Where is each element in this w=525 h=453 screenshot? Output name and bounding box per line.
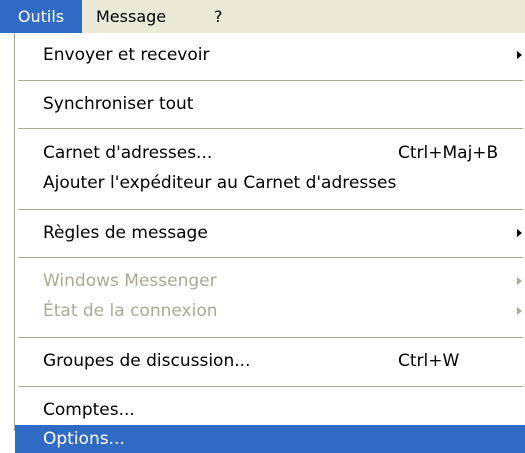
- submenu-arrow-icon: [517, 51, 522, 59]
- menu-separator: [18, 80, 523, 81]
- menu-item-regles-de-message[interactable]: Règles de message: [15, 218, 525, 248]
- outils-dropdown-menu: Envoyer et recevoir Synchroniser tout Ca…: [14, 33, 525, 453]
- menu-message[interactable]: Message: [96, 0, 166, 33]
- menu-item-options[interactable]: Options...: [15, 425, 525, 453]
- menu-bar: Outils Message ?: [0, 0, 525, 33]
- submenu-arrow-icon: [517, 277, 522, 285]
- menu-item-groupes-de-discussion[interactable]: Groupes de discussion... Ctrl+W: [15, 346, 525, 376]
- submenu-arrow-icon: [517, 229, 522, 237]
- menu-item-label: Carnet d'adresses...: [43, 143, 213, 163]
- menu-item-windows-messenger: Windows Messenger: [15, 266, 525, 296]
- menu-item-ajouter-expediteur[interactable]: Ajouter l'expéditeur au Carnet d'adresse…: [15, 168, 525, 198]
- menu-item-label: Groupes de discussion...: [43, 351, 251, 371]
- menu-outils[interactable]: Outils: [0, 0, 82, 33]
- menu-item-label: Ajouter l'expéditeur au Carnet d'adresse…: [43, 173, 397, 193]
- menu-item-label: Envoyer et recevoir: [43, 45, 210, 65]
- menu-item-shortcut: Ctrl+W: [398, 351, 460, 371]
- menu-item-etat-de-la-connexion: État de la connexion: [15, 296, 525, 326]
- menu-item-label: Règles de message: [43, 223, 208, 243]
- menu-item-comptes[interactable]: Comptes...: [15, 395, 525, 425]
- menu-item-label: Comptes...: [43, 400, 135, 420]
- menu-item-label: État de la connexion: [43, 301, 218, 321]
- menu-separator: [18, 337, 523, 338]
- menu-separator: [18, 209, 523, 210]
- menu-separator: [18, 257, 523, 258]
- menu-separator: [18, 128, 523, 129]
- menu-item-label: Synchroniser tout: [43, 94, 194, 114]
- menu-item-envoyer-et-recevoir[interactable]: Envoyer et recevoir: [15, 40, 525, 70]
- menu-separator: [18, 386, 523, 387]
- menu-item-label: Options...: [43, 429, 125, 449]
- menu-item-label: Windows Messenger: [43, 271, 217, 291]
- submenu-arrow-icon: [517, 307, 522, 315]
- menu-item-shortcut: Ctrl+Maj+B: [398, 143, 499, 163]
- menu-help[interactable]: ?: [214, 0, 223, 33]
- menu-item-synchroniser-tout[interactable]: Synchroniser tout: [15, 89, 525, 119]
- menu-item-carnet-d-adresses[interactable]: Carnet d'adresses... Ctrl+Maj+B: [15, 138, 525, 168]
